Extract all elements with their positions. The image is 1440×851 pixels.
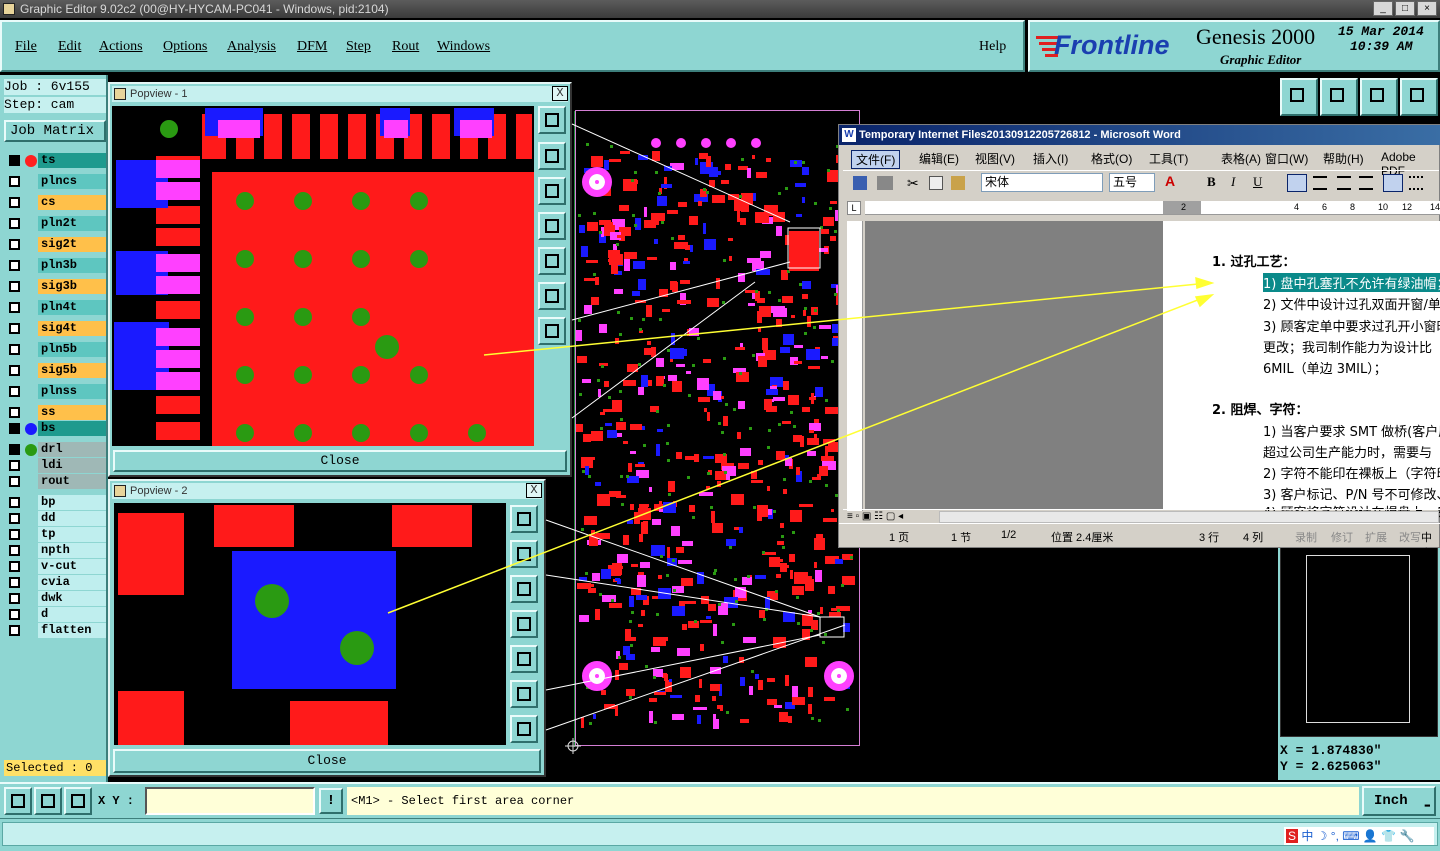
popview-1-region — [787, 227, 821, 269]
xy-input[interactable] — [145, 787, 315, 815]
command-bar: X Y : ! <M1> - Select first area corner … — [0, 782, 1440, 818]
alert-button[interactable]: ! — [319, 788, 343, 814]
chevron-down-icon: ▬ — [1424, 800, 1430, 810]
status-strip: S 中 ☽ °, ⌨ 👤 👕 🔧 — [0, 818, 1440, 851]
xy-label: X Y : — [98, 794, 135, 808]
yellow-arrows — [387, 276, 1215, 614]
ime-toolbar[interactable]: S 中 ☽ °, ⌨ 👤 👕 🔧 — [1284, 827, 1434, 845]
annotation-overlay — [387, 123, 1215, 754]
origin-marker — [565, 738, 581, 754]
prompt-message: <M1> - Select first area corner — [347, 787, 1359, 815]
popview-link-lines — [545, 123, 846, 731]
unit-select[interactable]: Inch ▬ — [1362, 786, 1436, 816]
grid-icon[interactable] — [64, 787, 92, 815]
select-mode-icon[interactable] — [4, 787, 32, 815]
unit-label: Inch — [1374, 793, 1408, 809]
sogou-icon[interactable]: S — [1286, 829, 1299, 843]
measure-icon[interactable] — [34, 787, 62, 815]
